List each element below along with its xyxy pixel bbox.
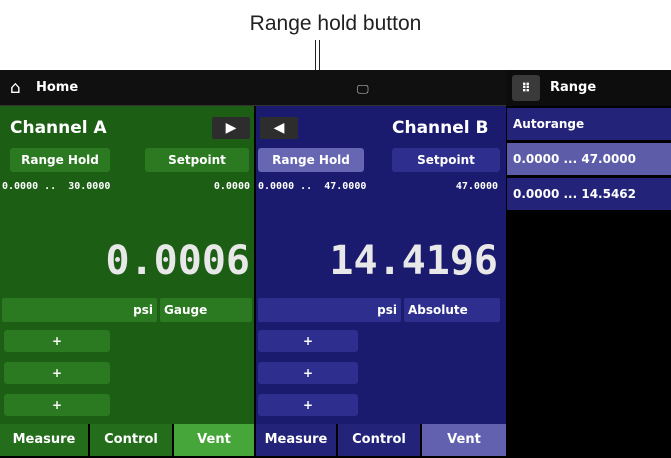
home-icon[interactable]: ⌂ [10, 78, 32, 98]
channel-a-title: Channel A [10, 118, 107, 138]
channel-a-range-hold-button[interactable]: Range Hold [10, 148, 110, 172]
channel-b-tab-measure[interactable]: Measure [256, 424, 336, 456]
channel-a-tab-control[interactable]: Control [90, 424, 172, 456]
channel-b-setpoint-value: 47.0000 [455, 181, 498, 192]
range-item-selected[interactable]: 0.0000 ... 47.0000 [507, 143, 671, 175]
channel-a-setpoint-value: 0.0000 [213, 181, 250, 192]
range-item[interactable]: 0.0000 ... 14.5462 [507, 178, 671, 210]
channel-b-add-button[interactable]: + [258, 394, 358, 416]
channel-b-add-button[interactable]: + [258, 330, 358, 352]
channel-a-setpoint-button[interactable]: Setpoint [145, 148, 249, 172]
display-network-icon: 🖵 [357, 82, 369, 96]
channel-b-title: Channel B [392, 118, 489, 138]
grid-icon[interactable]: ⠿ [512, 75, 540, 101]
range-title: Range [550, 80, 597, 95]
home-label[interactable]: Home [36, 78, 78, 98]
channel-a-add-button[interactable]: + [4, 362, 110, 384]
channel-a-range-text: 0.0000 .. 30.0000 [2, 181, 111, 192]
channel-a-tab-vent[interactable]: Vent [174, 424, 254, 456]
channel-a-unit-button[interactable]: psi [2, 298, 157, 322]
arrow-left-icon[interactable]: ◀ [260, 117, 298, 139]
channel-b-range-text: 0.0000 .. 47.0000 [258, 181, 367, 192]
channel-b-range-hold-button[interactable]: Range Hold [258, 148, 364, 172]
channel-a-add-button[interactable]: + [4, 394, 110, 416]
channel-b-mode-button[interactable]: Absolute [404, 298, 500, 322]
channel-b-reading: 14.4196 [329, 238, 498, 284]
callout-label: Range hold button [249, 12, 422, 35]
channel-b-add-button[interactable]: + [258, 362, 358, 384]
channel-b-unit-button[interactable]: psi [258, 298, 401, 322]
channel-b-setpoint-button[interactable]: Setpoint [392, 148, 500, 172]
channel-a-mode-button[interactable]: Gauge [160, 298, 252, 322]
channel-b-tab-vent[interactable]: Vent [422, 424, 506, 456]
range-item-autorange[interactable]: Autorange [507, 108, 671, 140]
arrow-right-icon[interactable]: ▶ [212, 117, 250, 139]
channel-a-reading: 0.0006 [105, 238, 251, 284]
channel-a-add-button[interactable]: + [4, 330, 110, 352]
channel-a-tab-measure[interactable]: Measure [0, 424, 88, 456]
channel-b-tab-control[interactable]: Control [338, 424, 420, 456]
